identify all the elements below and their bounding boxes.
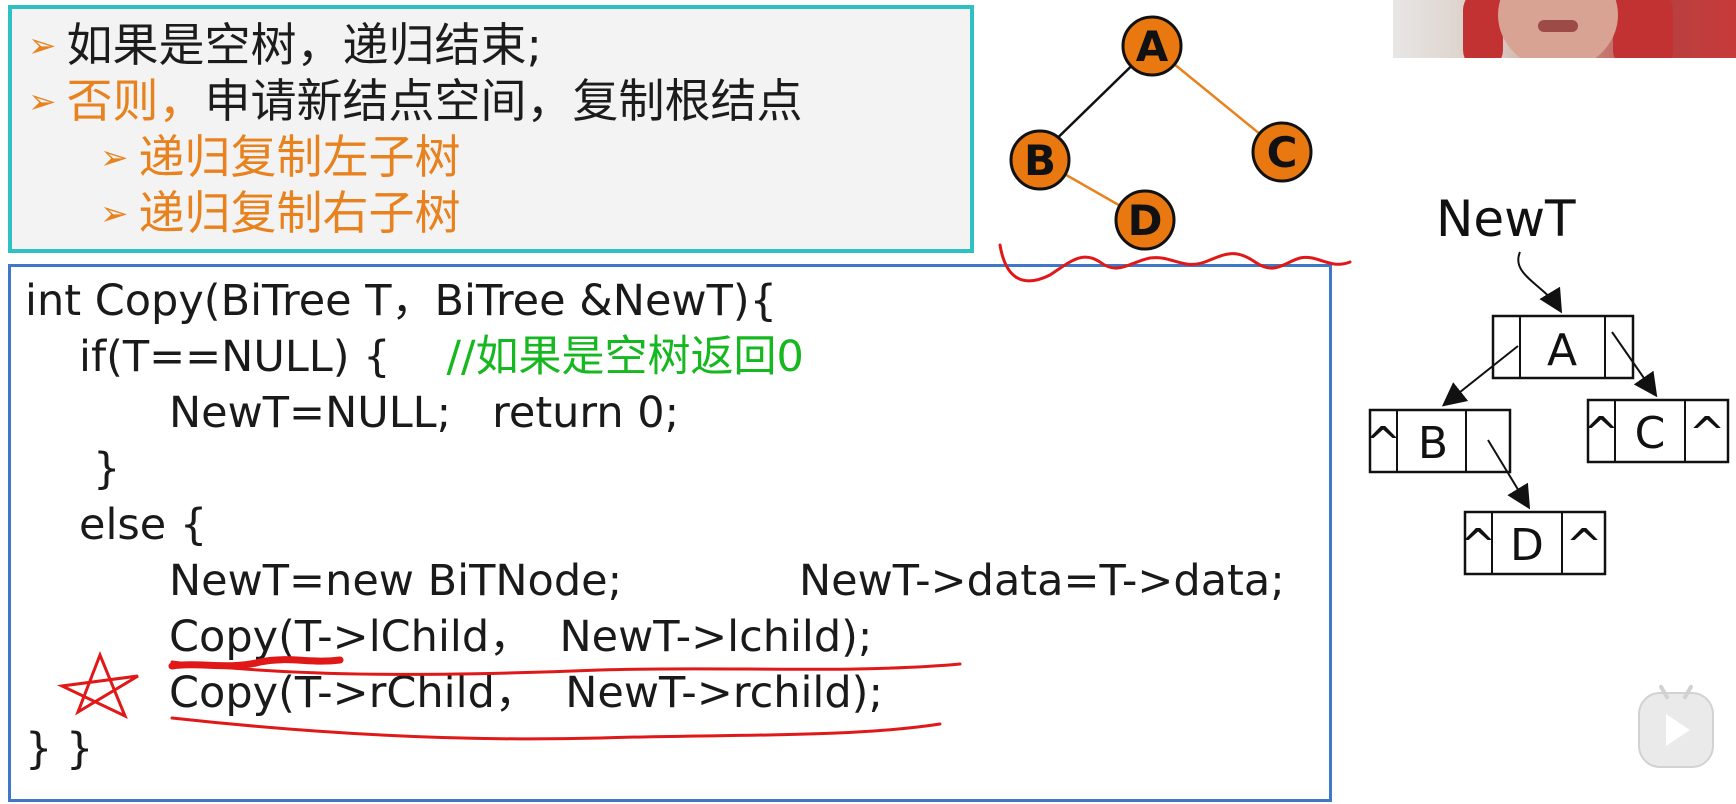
webcam-hood-left xyxy=(1463,0,1503,58)
tree-node-a-label: A xyxy=(1136,22,1169,71)
webcam-mouth xyxy=(1538,20,1578,32)
linked-node-c-rchild: ^ xyxy=(1689,408,1726,459)
diagram-layer: A B C D A ^ B ^ C ^ ^ D ^ xyxy=(56,15,1730,741)
tree-node-d: D xyxy=(1114,189,1176,251)
newt-pointer-arrow xyxy=(1517,251,1563,314)
linked-node-d-rchild: ^ xyxy=(1566,520,1603,571)
play-button[interactable] xyxy=(1638,684,1714,768)
binary-tree-diagram: A B C D xyxy=(1009,15,1313,251)
play-icon xyxy=(1666,714,1690,746)
linked-node-c: ^ C ^ xyxy=(1583,398,1730,464)
linked-node-c-lchild: ^ xyxy=(1583,408,1620,459)
webcam-overlay xyxy=(1393,0,1736,58)
tree-node-a: A xyxy=(1121,15,1183,77)
linked-node-d: ^ D ^ xyxy=(1460,510,1607,576)
tree-node-b: B xyxy=(1009,129,1071,191)
underline-copy-right xyxy=(170,716,942,741)
red-annotations xyxy=(56,243,1352,741)
tree-node-c: C xyxy=(1251,121,1313,183)
underline-copy-left xyxy=(170,660,962,676)
linked-node-b-lchild: ^ xyxy=(1365,418,1402,469)
linked-node-a: A xyxy=(1491,314,1635,380)
linked-node-c-data: C xyxy=(1635,408,1666,459)
linked-node-d-data: D xyxy=(1510,520,1544,571)
linked-node-d-lchild: ^ xyxy=(1460,520,1497,571)
webcam-hood-right xyxy=(1613,0,1673,58)
linked-node-a-data: A xyxy=(1547,325,1577,376)
underline-tree-scribble xyxy=(998,243,1352,283)
star-mark-icon xyxy=(56,650,139,720)
linked-tree-diagram: A ^ B ^ C ^ ^ D ^ xyxy=(1365,251,1730,576)
tree-node-d-label: D xyxy=(1128,196,1163,245)
tree-node-b-label: B xyxy=(1024,136,1056,185)
tree-node-c-label: C xyxy=(1267,128,1298,177)
linked-node-b-data: B xyxy=(1418,418,1448,469)
